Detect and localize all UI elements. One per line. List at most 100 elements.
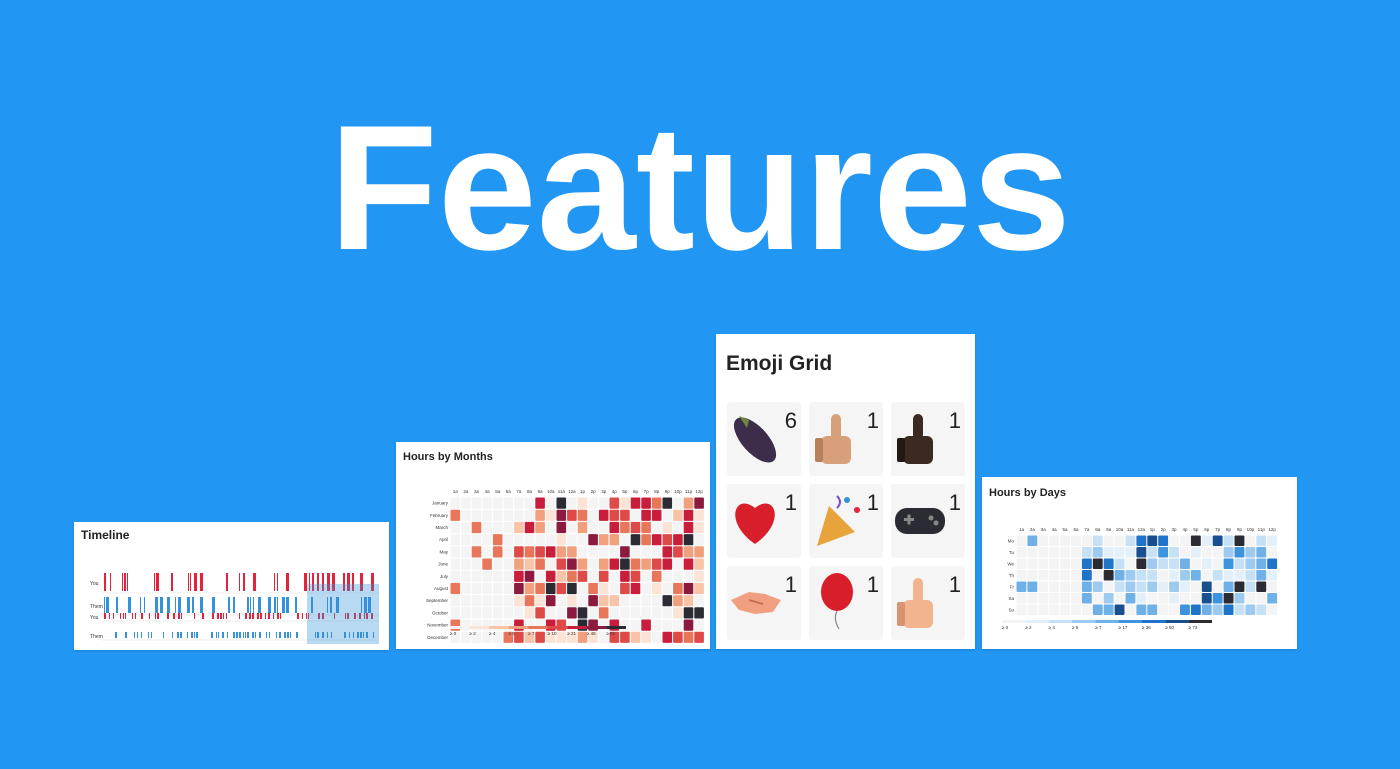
heatmap-cell[interactable]	[662, 509, 673, 521]
heatmap-cell[interactable]	[1016, 604, 1027, 616]
heatmap-cell[interactable]	[662, 521, 673, 534]
heatmap-cell[interactable]	[683, 509, 694, 521]
heatmap-cell[interactable]	[1060, 581, 1070, 593]
heatmap-cell[interactable]	[1147, 570, 1158, 581]
heatmap-cell[interactable]	[471, 521, 482, 534]
heatmap-cell[interactable]	[1267, 535, 1278, 547]
heatmap-cell[interactable]	[471, 509, 482, 521]
heatmap-cell[interactable]	[471, 558, 482, 570]
heatmap-cell[interactable]	[514, 631, 524, 643]
heatmap-cell[interactable]	[1103, 535, 1114, 547]
heatmap-cell[interactable]	[588, 534, 598, 546]
heatmap-cell[interactable]	[609, 509, 620, 521]
heatmap-cell[interactable]	[535, 558, 545, 570]
heatmap-cell[interactable]	[1092, 570, 1103, 581]
heatmap-cell[interactable]	[1016, 535, 1027, 547]
heatmap-cell[interactable]	[673, 582, 683, 595]
heatmap-cell[interactable]	[450, 582, 461, 595]
heatmap-cell[interactable]	[630, 595, 641, 607]
heatmap-cell[interactable]	[662, 631, 673, 643]
heatmap-cell[interactable]	[535, 607, 545, 619]
heatmap-cell[interactable]	[630, 631, 641, 643]
heatmap-cell[interactable]	[1136, 535, 1147, 547]
heatmap-cell[interactable]	[577, 521, 588, 534]
heatmap-cell[interactable]	[503, 546, 514, 558]
heatmap-cell[interactable]	[1049, 547, 1060, 558]
heatmap-cell[interactable]	[524, 546, 535, 558]
heatmap-cell[interactable]	[1103, 558, 1114, 570]
heatmap-cell[interactable]	[609, 497, 620, 509]
heatmap-cell[interactable]	[535, 534, 545, 546]
heatmap-cell[interactable]	[1060, 547, 1070, 558]
heatmap-cell[interactable]	[683, 619, 694, 631]
heatmap-cell[interactable]	[1092, 604, 1103, 616]
heatmap-cell[interactable]	[567, 509, 577, 521]
heatmap-cell[interactable]	[1234, 570, 1245, 581]
heatmap-cell[interactable]	[609, 558, 620, 570]
heatmap-cell[interactable]	[556, 619, 567, 631]
heatmap-cell[interactable]	[641, 534, 651, 546]
emoji-cell[interactable]: 1	[891, 484, 965, 558]
heatmap-cell[interactable]	[1060, 558, 1070, 570]
heatmap-cell[interactable]	[577, 631, 588, 643]
heatmap-cell[interactable]	[503, 582, 514, 595]
heatmap-cell[interactable]	[1201, 593, 1212, 604]
heatmap-cell[interactable]	[1180, 558, 1190, 570]
heatmap-cell[interactable]	[450, 497, 461, 509]
heatmap-cell[interactable]	[1038, 604, 1049, 616]
heatmap-cell[interactable]	[1169, 535, 1179, 547]
heatmap-cell[interactable]	[1103, 604, 1114, 616]
heatmap-cell[interactable]	[1169, 593, 1179, 604]
heatmap-cell[interactable]	[1190, 570, 1201, 581]
heatmap-cell[interactable]	[545, 595, 556, 607]
heatmap-cell[interactable]	[1092, 581, 1103, 593]
heatmap-cell[interactable]	[1081, 581, 1092, 593]
heatmap-cell[interactable]	[503, 509, 514, 521]
heatmap-cell[interactable]	[694, 607, 704, 619]
heatmap-cell[interactable]	[694, 619, 704, 631]
heatmap-cell[interactable]	[641, 497, 651, 509]
heatmap-cell[interactable]	[503, 521, 514, 534]
heatmap-cell[interactable]	[461, 595, 471, 607]
heatmap-cell[interactable]	[567, 546, 577, 558]
heatmap-cell[interactable]	[1071, 593, 1081, 604]
heatmap-cell[interactable]	[1212, 558, 1223, 570]
heatmap-cell[interactable]	[609, 582, 620, 595]
heatmap-cell[interactable]	[1256, 570, 1267, 581]
heatmap-cell[interactable]	[1180, 535, 1190, 547]
heatmap-cell[interactable]	[450, 558, 461, 570]
heatmap-cell[interactable]	[1125, 570, 1136, 581]
heatmap-cell[interactable]	[662, 595, 673, 607]
heatmap-cell[interactable]	[492, 582, 503, 595]
heatmap-cell[interactable]	[1223, 570, 1234, 581]
emoji-cell[interactable]: 1	[809, 566, 883, 640]
heatmap-cell[interactable]	[694, 631, 704, 643]
heatmap-cell[interactable]	[1027, 535, 1038, 547]
heatmap-cell[interactable]	[1234, 581, 1245, 593]
heatmap-cell[interactable]	[535, 521, 545, 534]
heatmap-cell[interactable]	[524, 497, 535, 509]
heatmap-cell[interactable]	[683, 607, 694, 619]
heatmap-cell[interactable]	[683, 546, 694, 558]
heatmap-cell[interactable]	[1234, 558, 1245, 570]
heatmap-cell[interactable]	[1125, 604, 1136, 616]
heatmap-cell[interactable]	[1190, 547, 1201, 558]
heatmap-cell[interactable]	[1201, 558, 1212, 570]
heatmap-cell[interactable]	[503, 619, 514, 631]
heatmap-cell[interactable]	[1027, 604, 1038, 616]
heatmap-cell[interactable]	[673, 546, 683, 558]
heatmap-cell[interactable]	[503, 534, 514, 546]
heatmap-cell[interactable]	[524, 607, 535, 619]
heatmap-cell[interactable]	[694, 521, 704, 534]
heatmap-cell[interactable]	[641, 509, 651, 521]
heatmap-cell[interactable]	[1245, 581, 1256, 593]
heatmap-cell[interactable]	[1081, 593, 1092, 604]
heatmap-cell[interactable]	[482, 582, 492, 595]
heatmap-cell[interactable]	[482, 534, 492, 546]
heatmap-cell[interactable]	[482, 509, 492, 521]
heatmap-cell[interactable]	[694, 509, 704, 521]
heatmap-cell[interactable]	[620, 631, 630, 643]
heatmap-cell[interactable]	[1169, 581, 1179, 593]
heatmap-cell[interactable]	[630, 497, 641, 509]
heatmap-cell[interactable]	[694, 582, 704, 595]
